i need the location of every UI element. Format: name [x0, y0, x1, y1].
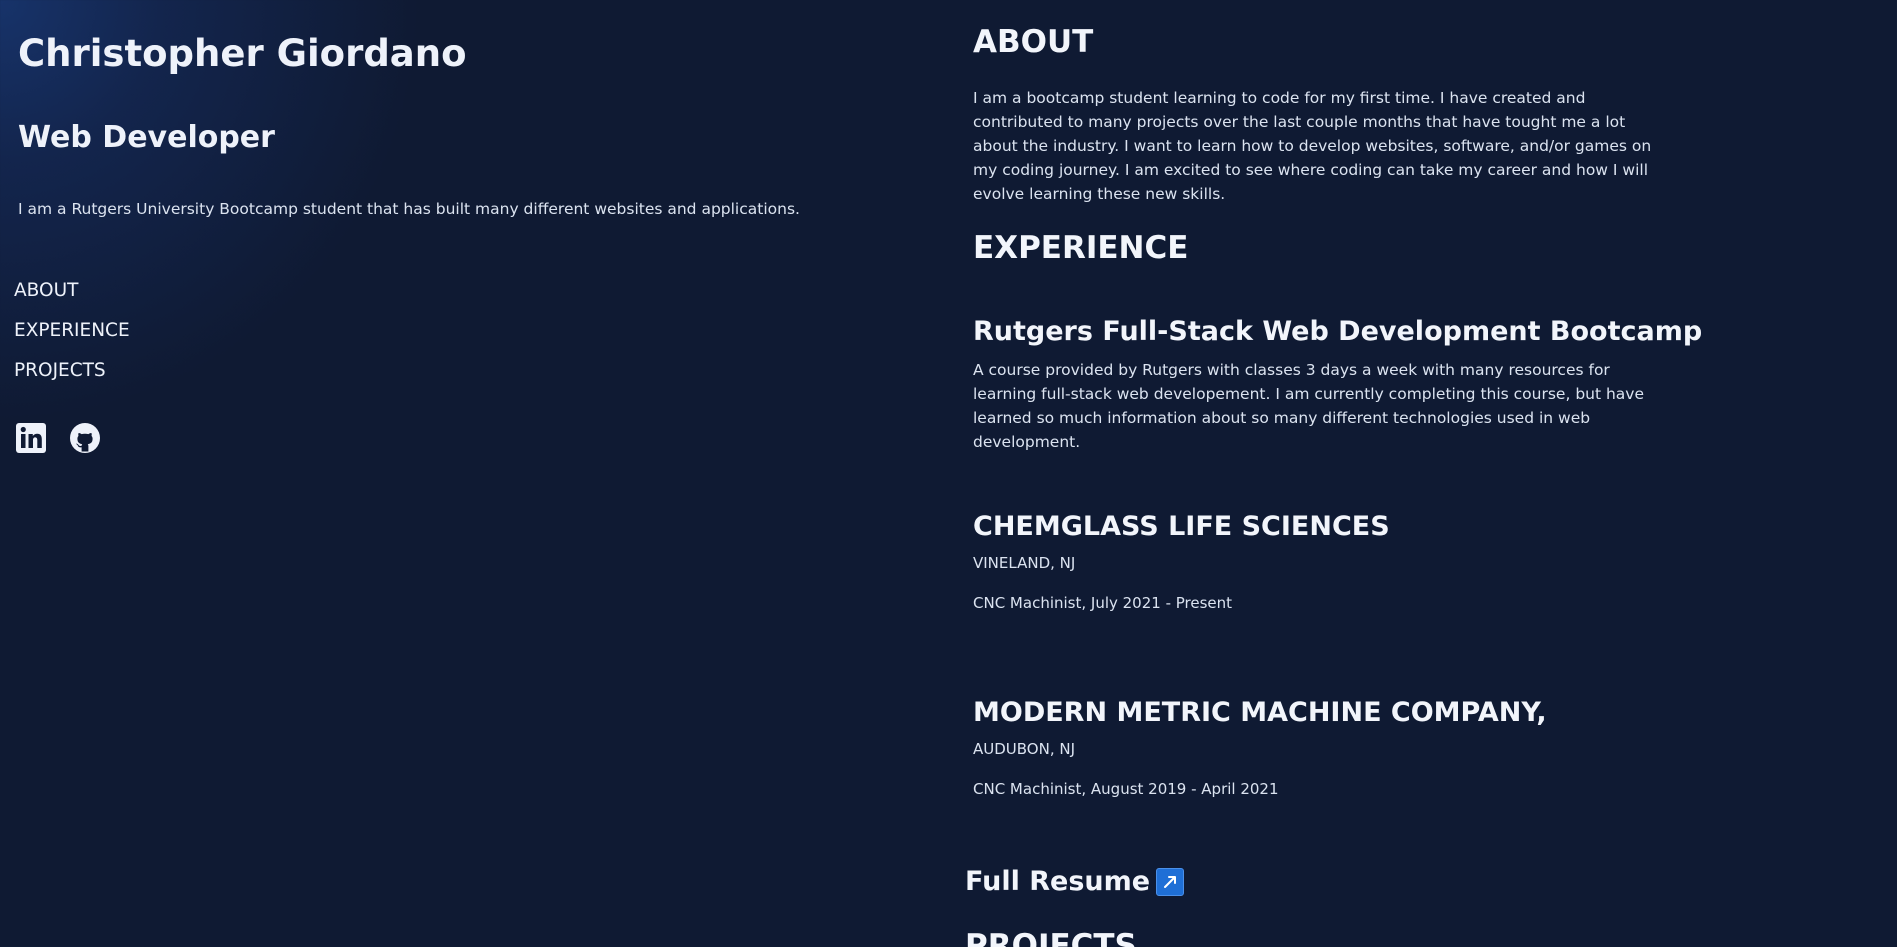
job-location: VINELAND, NJ [973, 554, 1076, 572]
job-position: CNC Machinist, July 2021 - Present [973, 594, 1233, 612]
projects-heading: PROJECTS [965, 928, 1137, 947]
job-title: CHEMGLASS LIFE SCIENCES [973, 511, 1390, 542]
sidebar: Christopher Giordano Web Developer I am … [0, 0, 900, 947]
experience-heading: EXPERIENCE [973, 230, 1189, 266]
nav-item-about[interactable]: ABOUT [14, 278, 130, 318]
job-title: Rutgers Full-Stack Web Development Bootc… [973, 316, 1703, 347]
nav-item-projects[interactable]: PROJECTS [14, 358, 130, 398]
social-links [15, 422, 101, 454]
about-heading: ABOUT [973, 24, 1094, 60]
intro-text: I am a Rutgers University Bootcamp stude… [18, 200, 800, 218]
full-resume-link[interactable]: Full Resume [965, 866, 1185, 897]
linkedin-link[interactable] [15, 422, 47, 454]
about-text: I am a bootcamp student learning to code… [973, 89, 1652, 203]
nav-item-experience[interactable]: EXPERIENCE [14, 318, 130, 358]
page-title: Christopher Giordano [18, 32, 467, 75]
job-title: MODERN METRIC MACHINE COMPANY, [973, 697, 1547, 728]
role-subtitle: Web Developer [18, 120, 275, 155]
github-icon [70, 423, 100, 453]
job-position: CNC Machinist, August 2019 - April 2021 [973, 780, 1279, 798]
full-resume-label: Full Resume [965, 866, 1151, 897]
external-link-icon [1156, 867, 1185, 896]
job-location: AUDUBON, NJ [973, 740, 1076, 758]
job-description: A course provided by Rutgers with classe… [973, 361, 1645, 451]
linkedin-icon [16, 423, 46, 453]
section-nav: ABOUT EXPERIENCE PROJECTS [14, 278, 130, 398]
github-link[interactable] [69, 422, 101, 454]
